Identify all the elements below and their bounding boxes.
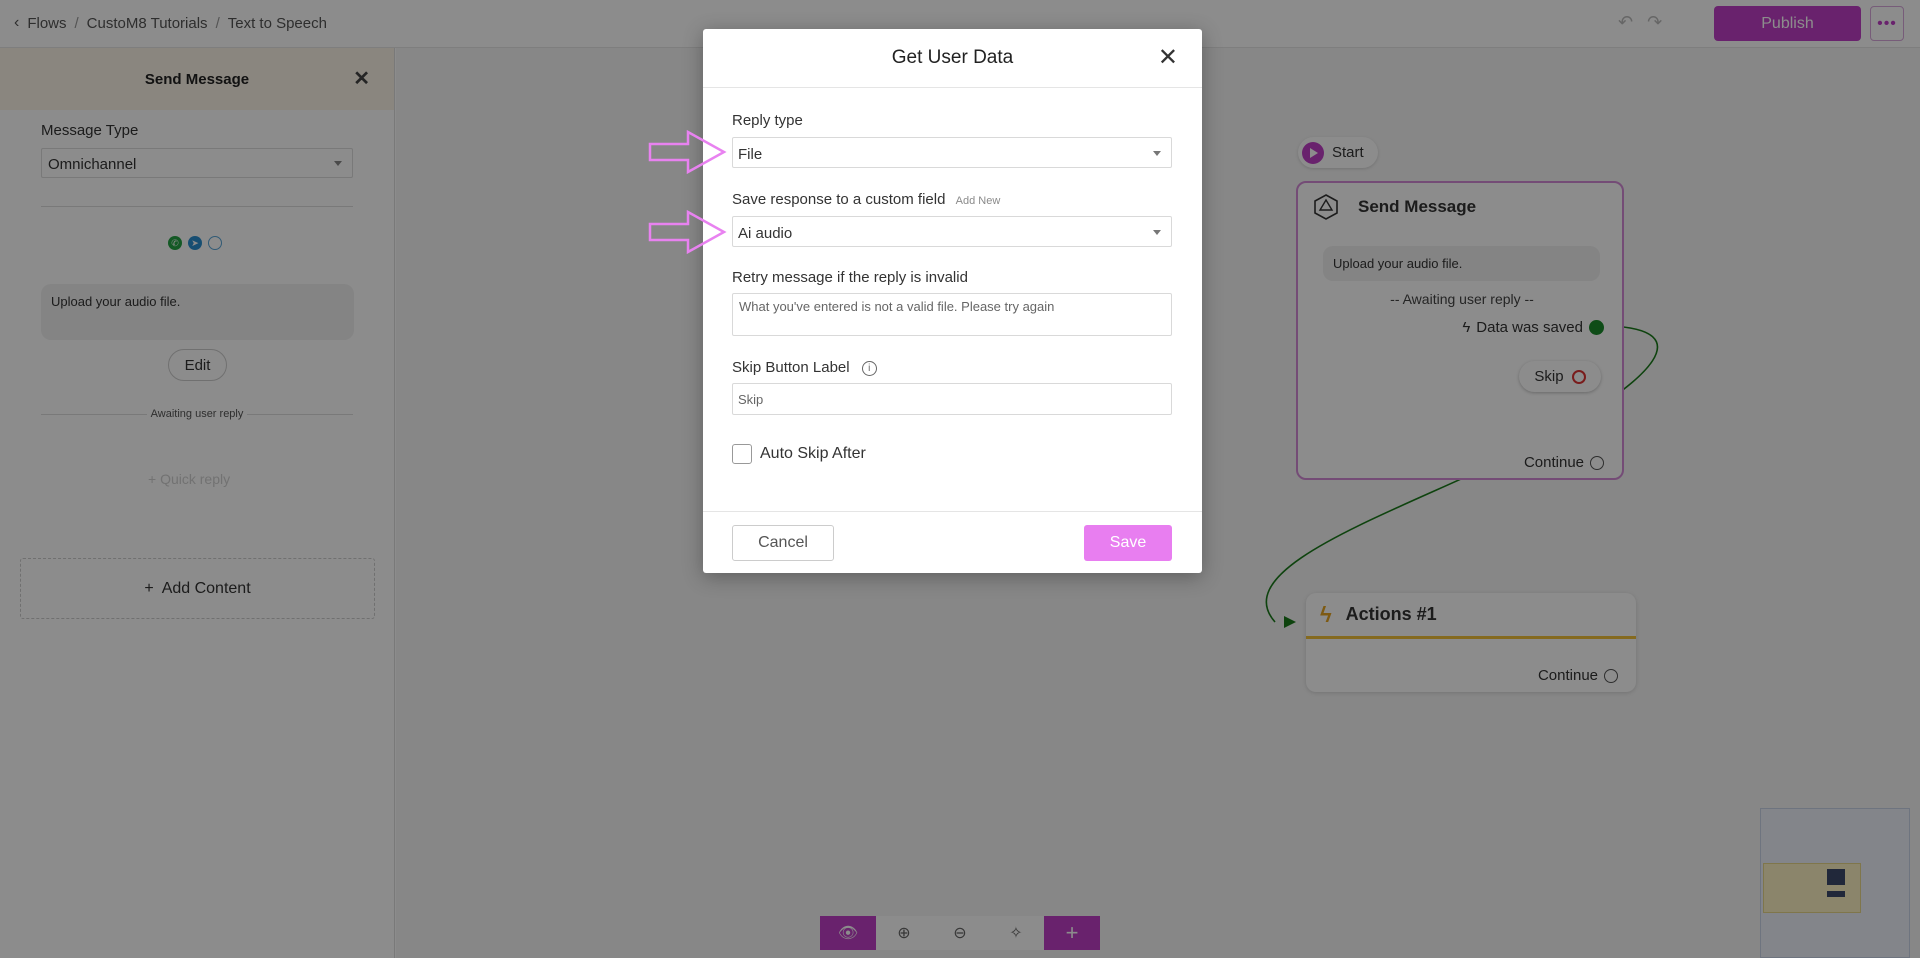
dialog-title: Get User Data [891, 47, 1014, 68]
annotation-arrow-icon [648, 130, 727, 174]
save-button[interactable]: Save [1084, 525, 1172, 561]
skip-button-label: Skip Button Label [732, 359, 850, 376]
custom-field-label-row: Save response to a custom field Add New [732, 191, 1000, 208]
custom-field-label: Save response to a custom field [732, 191, 946, 208]
dialog-header: Get User Data ✕ [703, 29, 1202, 88]
auto-skip-label: Auto Skip After [760, 445, 866, 462]
custom-field-select[interactable]: Ai audio [732, 216, 1172, 247]
caret-down-icon [1153, 230, 1161, 235]
skip-button-label-row: Skip Button Label i [732, 359, 877, 376]
reply-type-label: Reply type [732, 112, 803, 129]
reply-type-select[interactable]: File [732, 137, 1172, 168]
custom-field-value: Ai audio [738, 225, 793, 242]
reply-type-value: File [738, 146, 763, 163]
info-icon[interactable]: i [861, 360, 877, 376]
add-new-link[interactable]: Add New [956, 195, 1001, 207]
retry-message-textarea[interactable]: What you've entered is not a valid file.… [732, 293, 1172, 336]
close-icon[interactable]: ✕ [1158, 43, 1178, 72]
retry-message-label: Retry message if the reply is invalid [732, 269, 968, 286]
cancel-button[interactable]: Cancel [732, 525, 834, 561]
skip-button-input[interactable]: Skip [732, 383, 1172, 415]
dialog-footer-divider [703, 511, 1202, 512]
caret-down-icon [1153, 151, 1161, 156]
get-user-data-dialog: Get User Data ✕ Reply type File Save res… [703, 29, 1202, 573]
annotation-arrow-icon [648, 210, 727, 254]
auto-skip-checkbox[interactable] [732, 444, 752, 464]
auto-skip-row: Auto Skip After [732, 444, 866, 464]
